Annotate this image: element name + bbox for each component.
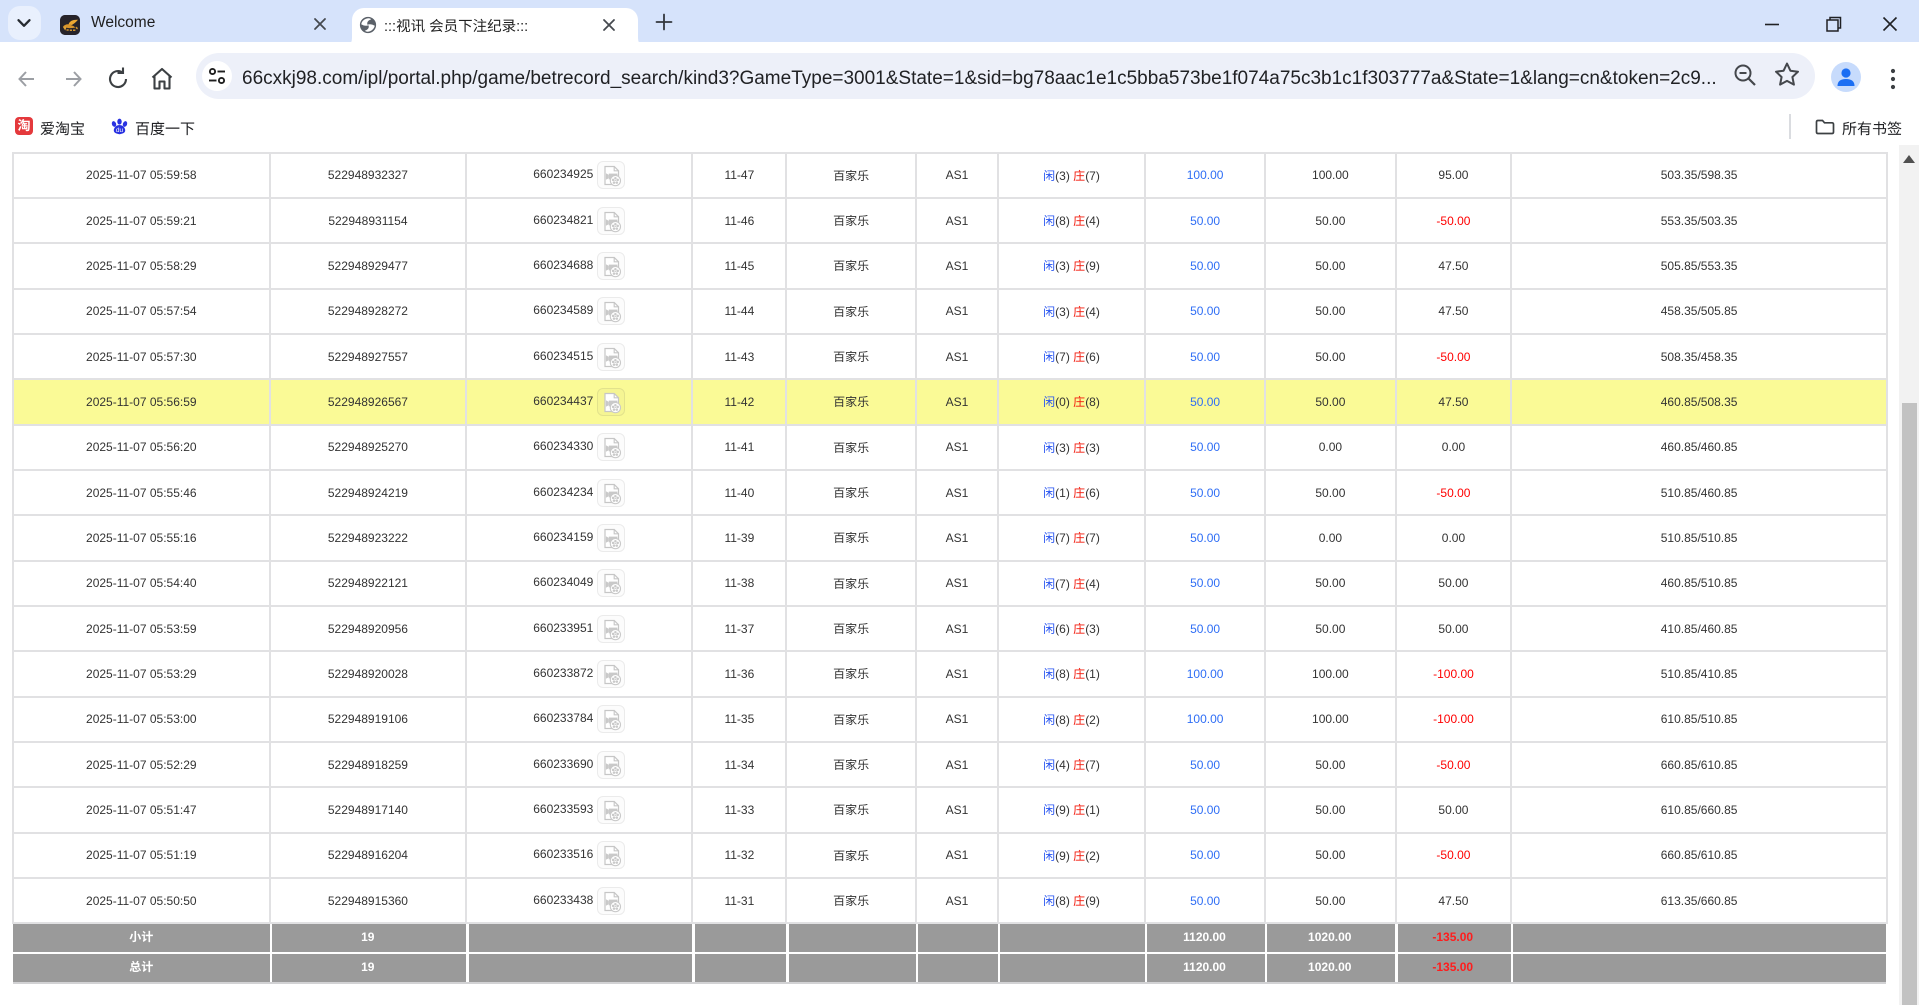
svg-text:du: du <box>116 127 124 134</box>
